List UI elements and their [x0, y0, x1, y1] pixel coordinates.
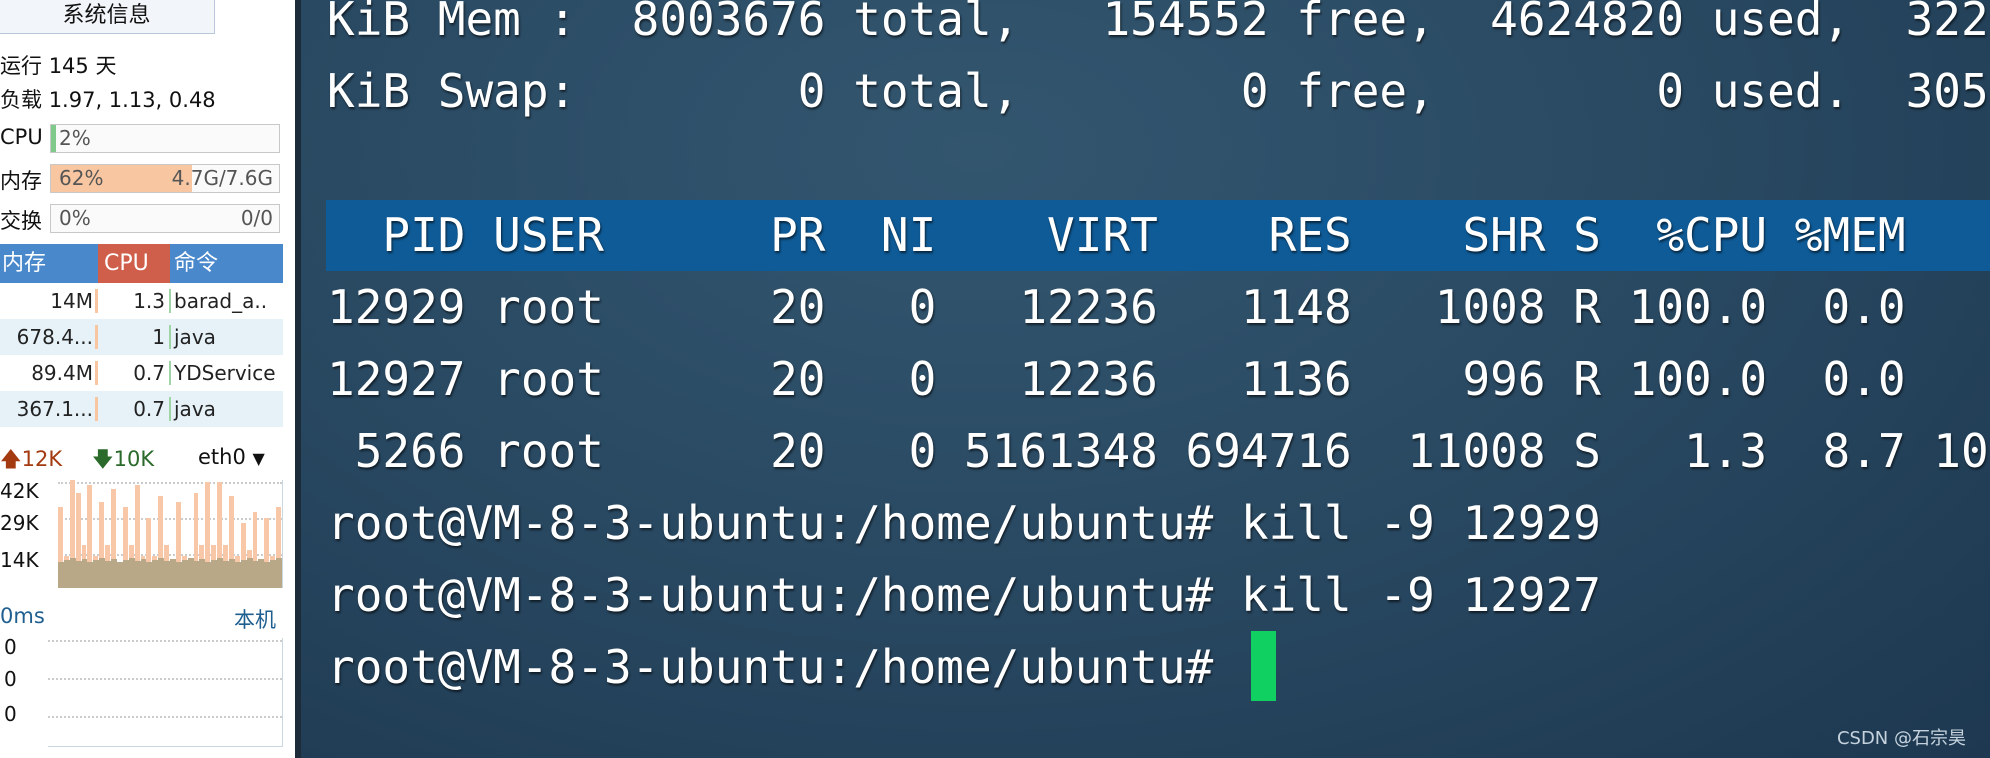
proc-command: barad_a..: [174, 289, 268, 313]
net-y-label: 14K: [0, 548, 39, 572]
ping-graph: [48, 638, 283, 747]
proc-command: java: [174, 397, 216, 421]
uptime-value: 145 天: [48, 54, 117, 78]
net-y-label: 42K: [0, 479, 39, 503]
cpu-mini-bar: [169, 397, 171, 421]
download-value: 10K: [113, 447, 155, 471]
mem-mini-bar: [95, 397, 98, 421]
shell-prompt-line: root@VM-8-3-ubuntu:/home/ubuntu# kill -9…: [327, 568, 1601, 622]
mem-mini-bar: [95, 289, 98, 313]
upload-rate: 🡅12K: [0, 447, 63, 471]
terminal-cursor: [1251, 631, 1276, 701]
proc-mem: 14M: [50, 289, 93, 313]
swap-label: 交换: [0, 209, 42, 233]
terminal-line: KiB Mem : 8003676 total, 154552 free, 46…: [327, 0, 1989, 46]
terminal-line: 5266 root 20 0 5161348 694716 11008 S 1.…: [327, 424, 1989, 478]
mem-mini-bar: [95, 325, 98, 349]
shell-prompt-line: root@VM-8-3-ubuntu:/home/ubuntu#: [327, 640, 1241, 694]
sidebar-title: 系统信息: [0, 0, 215, 34]
terminal-line: 12927 root 20 0 12236 1136 996 R 100.0 0…: [327, 352, 1906, 406]
interface-select[interactable]: eth0 ▼: [198, 445, 265, 469]
net-y-label: 29K: [0, 511, 39, 535]
mem-percent: 62%: [59, 166, 104, 190]
mem-usage-bar: 62% 4.7G/7.6G: [50, 164, 280, 193]
proc-cpu: 1.3: [133, 289, 165, 313]
system-info-sidebar: 系统信息 运行 145 天 负载 1.97, 1.13, 0.48 CPU 2%…: [0, 0, 295, 758]
download-rate: 🡇10K: [92, 447, 155, 471]
ping-y-label: 0: [4, 635, 17, 659]
col-mem-header[interactable]: 内存: [2, 244, 98, 283]
uptime-row: 运行 145 天: [0, 50, 116, 80]
dropdown-caret-icon: ▼: [252, 449, 265, 468]
cpu-usage-bar: 2%: [50, 124, 280, 153]
cpu-label: CPU: [0, 125, 43, 149]
terminal-line: 12929 root 20 0 12236 1148 1008 R 100.0 …: [327, 280, 1906, 334]
proc-cpu: 1: [152, 325, 165, 349]
mem-mini-bar: [95, 361, 98, 385]
process-row[interactable]: 678.4... 1 java: [0, 319, 283, 355]
cpu-percent: 2%: [59, 126, 91, 150]
cpu-bar-fill: [51, 125, 56, 152]
cpu-mini-bar: [169, 325, 171, 349]
proc-mem: 89.4M: [31, 361, 93, 385]
swap-percent: 0%: [59, 206, 91, 230]
proc-mem: 678.4...: [16, 325, 93, 349]
load-row: 负载 1.97, 1.13, 0.48: [0, 84, 216, 114]
ping-y-label: 0: [4, 667, 17, 691]
process-row[interactable]: 14M 1.3 barad_a..: [0, 283, 283, 319]
load-label: 负载: [0, 88, 42, 112]
swap-usage: 0/0: [240, 206, 273, 230]
swap-usage-bar: 0% 0/0: [50, 204, 280, 233]
network-traffic-graph: [58, 480, 283, 588]
mem-usage: 4.7G/7.6G: [171, 166, 273, 190]
terminal[interactable]: KiB Mem : 8003676 total, 154552 free, 46…: [301, 0, 1990, 758]
process-table-header: 内存 CPU 命令: [0, 244, 283, 283]
terminal-line: KiB Swap: 0 total, 0 free, 0 used. 305: [327, 64, 1989, 118]
mem-label: 内存: [0, 169, 42, 193]
download-bar: [276, 557, 283, 588]
proc-cpu: 0.7: [133, 397, 165, 421]
process-row[interactable]: 367.1... 0.7 java: [0, 391, 283, 427]
proc-cpu: 0.7: [133, 361, 165, 385]
process-row[interactable]: 89.4M 0.7 YDService: [0, 355, 283, 391]
uptime-label: 运行: [0, 54, 42, 78]
upload-value: 12K: [21, 447, 63, 471]
cpu-mini-bar: [169, 289, 171, 313]
watermark: CSDN @石宗昊: [1836, 728, 1966, 749]
load-value: 1.97, 1.13, 0.48: [48, 88, 216, 112]
ping-target[interactable]: 本机: [234, 604, 276, 634]
col-cmd-header[interactable]: 命令: [174, 244, 218, 283]
proc-mem: 367.1...: [16, 397, 93, 421]
ping-y-label: 0: [4, 702, 17, 726]
ping-latency: 0ms: [0, 604, 45, 628]
proc-command: java: [174, 325, 216, 349]
col-cpu-header[interactable]: CPU: [98, 244, 170, 283]
proc-command: YDService: [174, 361, 276, 385]
top-column-header: PID USER PR NI VIRT RES SHR S %CPU %MEM: [327, 208, 1906, 262]
shell-prompt-line: root@VM-8-3-ubuntu:/home/ubuntu# kill -9…: [327, 496, 1601, 550]
interface-name: eth0: [198, 445, 246, 469]
cpu-mini-bar: [169, 361, 171, 385]
